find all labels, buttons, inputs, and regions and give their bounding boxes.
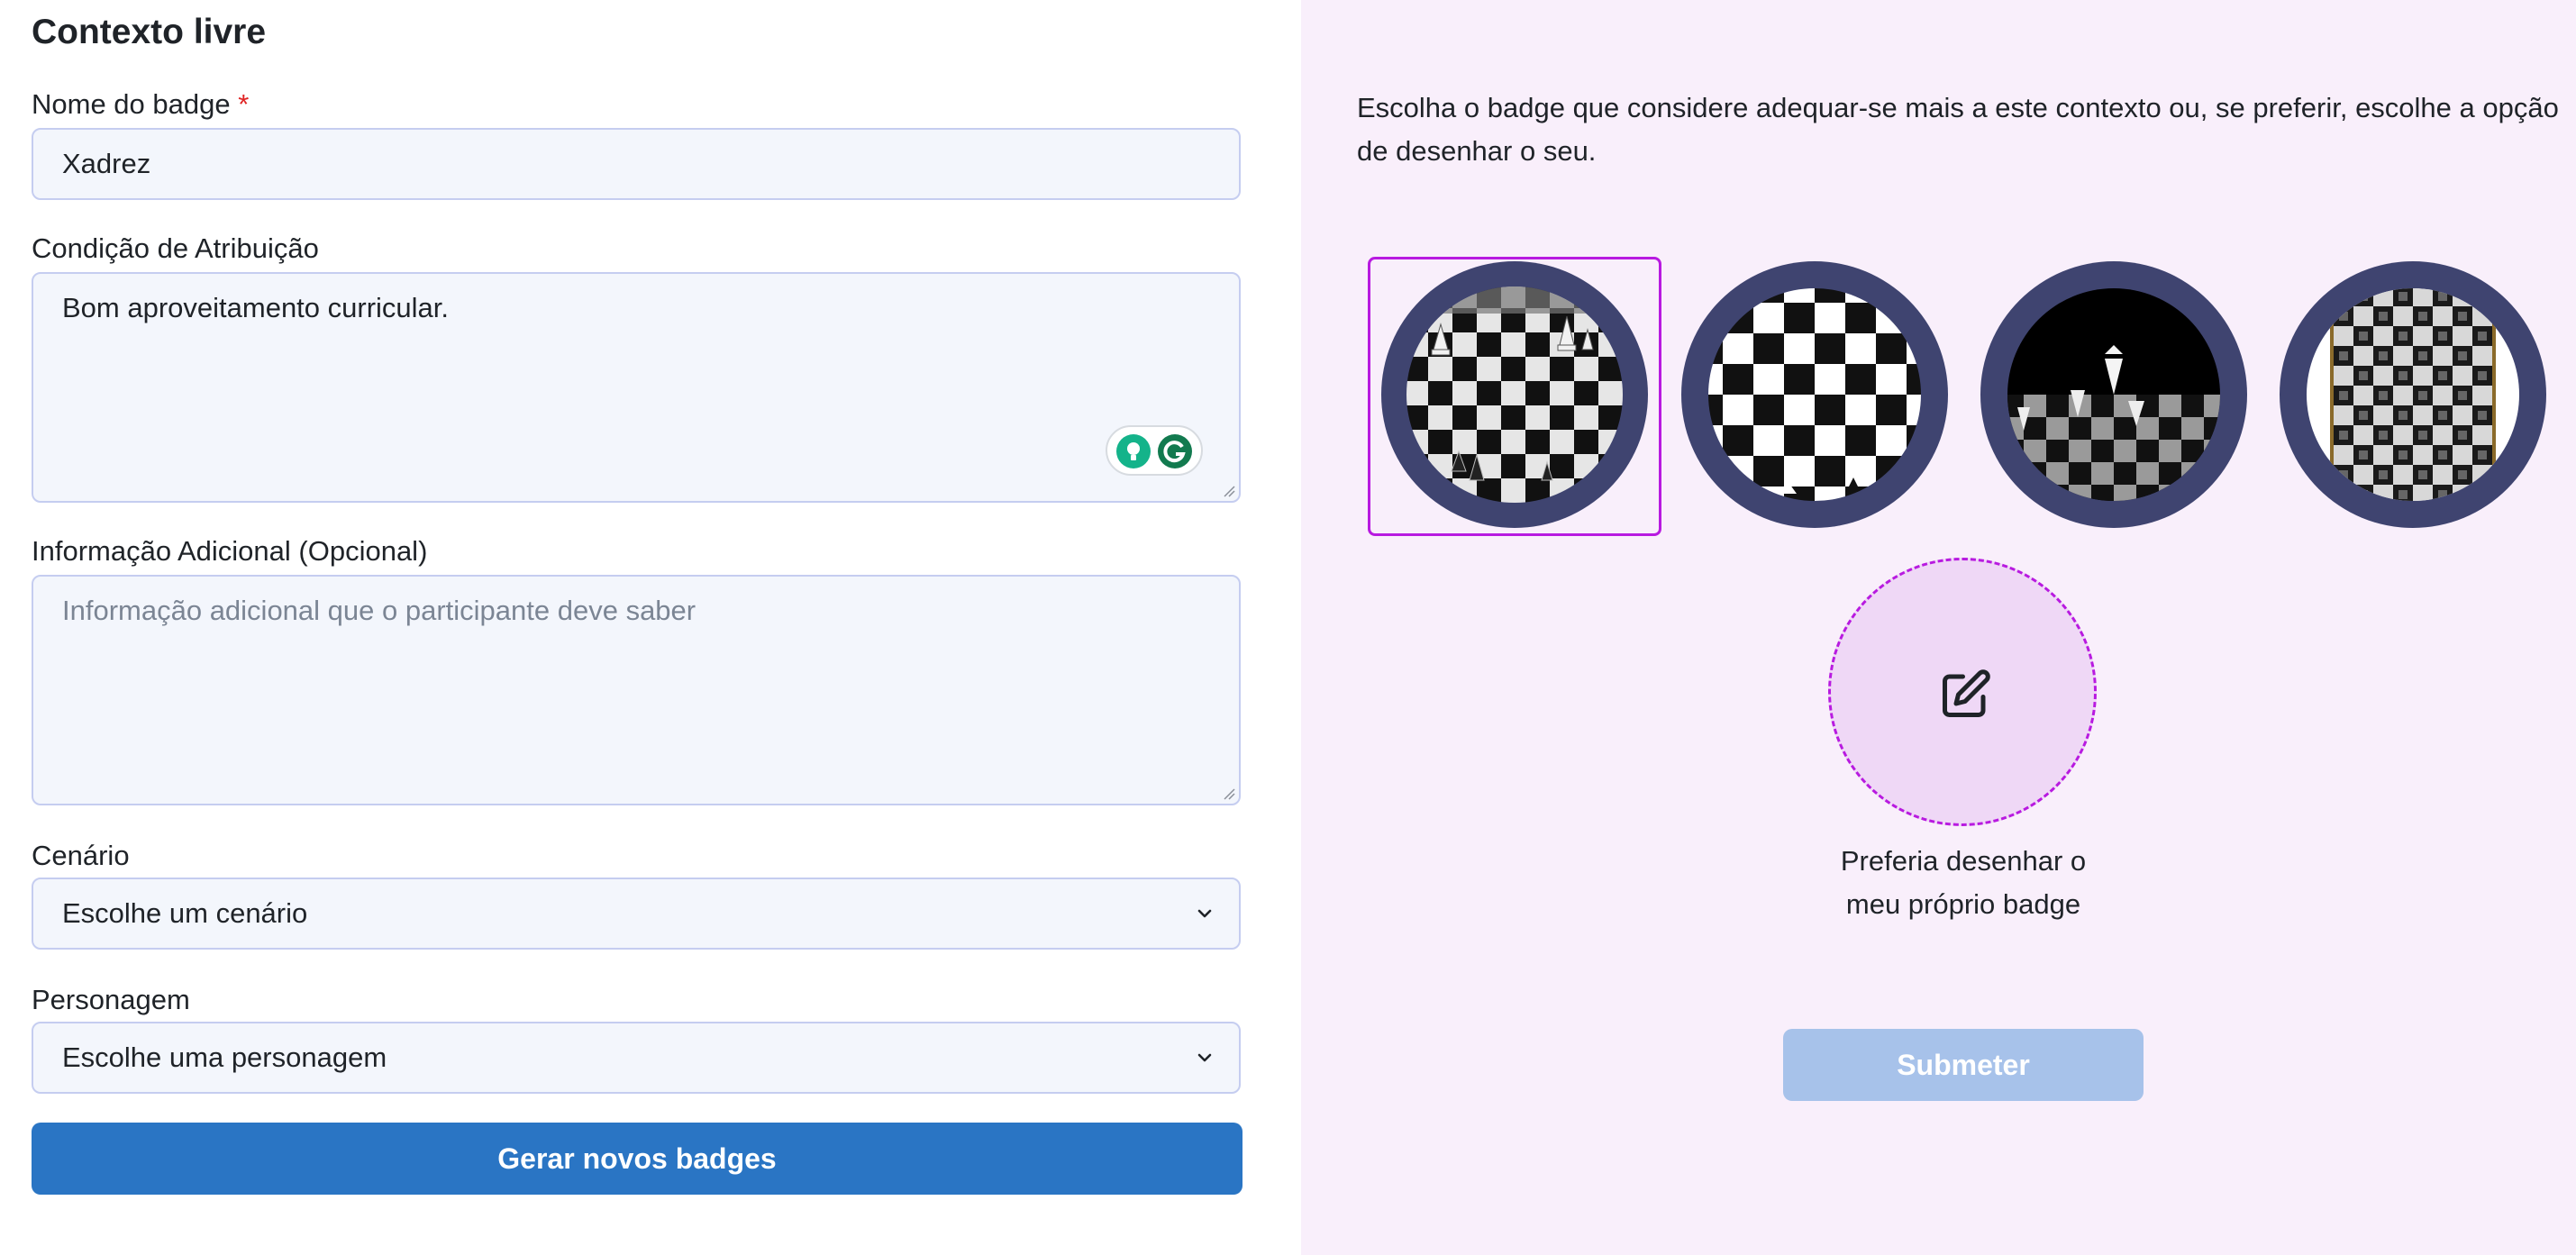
scenario-value: Escolhe um cenário (62, 897, 308, 929)
badge-name-input[interactable]: Xadrez (32, 128, 1241, 200)
scenario-label: Cenário (32, 840, 130, 871)
grammarly-widget[interactable] (1106, 425, 1203, 476)
condition-textarea[interactable]: Bom aproveitamento curricular. (32, 272, 1241, 503)
chess-badge-4[interactable] (2278, 259, 2548, 530)
condition-label: Condição de Atribuição (32, 232, 319, 264)
grammarly-icon[interactable] (1158, 434, 1192, 468)
badge-picker-panel: Escolha o badge que considere adequar-se… (1301, 0, 2576, 1255)
badge-name-label-text: Nome do badge (32, 88, 231, 120)
badge-form: Contexto livre Nome do badge * Xadrez Co… (0, 0, 1301, 1255)
chevron-down-icon (1197, 909, 1212, 918)
lightbulb-icon[interactable] (1116, 434, 1151, 468)
resize-handle-icon[interactable] (1223, 787, 1235, 800)
chess-badge-1[interactable] (1379, 259, 1650, 530)
chess-badge-3[interactable] (1979, 259, 2249, 530)
character-select[interactable]: Escolhe uma personagem (32, 1022, 1241, 1094)
badge-name-value: Xadrez (62, 148, 151, 179)
edit-icon (1943, 669, 1990, 717)
picker-description: Escolha o badge que considere adequar-se… (1357, 92, 2559, 167)
draw-own-badge-label: Preferia desenhar o meu próprio badge (1840, 845, 2087, 920)
page-title: Contexto livre (32, 13, 267, 51)
character-label: Personagem (32, 984, 190, 1015)
additional-info-label: Informação Adicional (Opcional) (32, 535, 428, 567)
required-mark: * (238, 88, 250, 120)
chevron-down-icon (1197, 1053, 1212, 1062)
badge-name-label: Nome do badge * (32, 88, 249, 121)
draw-own-badge-button[interactable] (1828, 558, 2097, 826)
character-value: Escolhe uma personagem (62, 1041, 387, 1073)
generate-badges-button[interactable]: Gerar novos badges (32, 1123, 1242, 1195)
additional-info-placeholder: Informação adicional que o participante … (62, 595, 696, 626)
scenario-select[interactable]: Escolhe um cenário (32, 878, 1241, 950)
condition-value: Bom aproveitamento curricular. (62, 292, 450, 323)
submit-button[interactable]: Submeter (1783, 1029, 2144, 1101)
resize-handle-icon[interactable] (1223, 485, 1235, 497)
chess-badge-2[interactable] (1679, 259, 1950, 530)
additional-info-textarea[interactable]: Informação adicional que o participante … (32, 575, 1241, 805)
